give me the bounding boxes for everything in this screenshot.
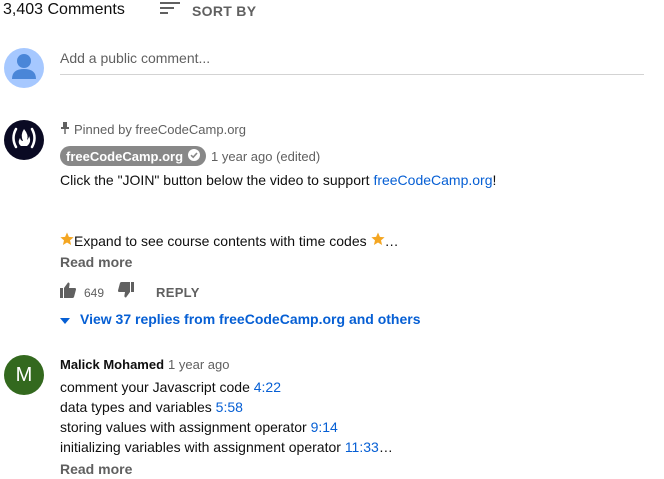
pin-icon [60, 122, 70, 137]
timestamp-link[interactable]: 4:22 [254, 379, 281, 395]
thumb-up-icon[interactable] [60, 282, 76, 303]
comment-line: data types and variables 5:58 [60, 399, 243, 415]
author-name: freeCodeCamp.org [66, 148, 184, 164]
comment-time[interactable]: 1 year ago [168, 357, 229, 372]
pinned-indicator: Pinned by freeCodeCamp.org [60, 122, 246, 137]
ellipsis: … [384, 232, 399, 249]
fcc-flame-icon [10, 126, 38, 155]
sort-by-label: SORT BY [192, 2, 257, 19]
comment-1-line-2: Expand to see course contents with time … [60, 232, 399, 249]
sort-icon [160, 0, 180, 21]
comment-text: Expand to see course contents with time … [74, 232, 367, 249]
read-more-button[interactable]: Read more [60, 461, 132, 477]
timestamp-link[interactable]: 9:14 [311, 419, 338, 435]
comment-text: storing values with assignment operator [60, 419, 311, 435]
comment-2-header: Malick Mohamed 1 year ago [60, 357, 229, 372]
view-replies-button[interactable]: View 37 replies from freeCodeCamp.org an… [60, 311, 421, 327]
author-name[interactable]: Malick Mohamed [60, 357, 164, 372]
avatar-letter: M [15, 363, 33, 386]
comment-count: 3,403 Comments [3, 1, 125, 18]
pinned-label: Pinned by freeCodeCamp.org [74, 122, 246, 137]
caret-down-icon [60, 311, 70, 327]
reply-button[interactable]: REPLY [156, 285, 200, 300]
comment-link[interactable]: freeCodeCamp.org [373, 172, 492, 188]
author-chip[interactable]: freeCodeCamp.org [60, 146, 207, 166]
comment-text: comment your Javascript code [60, 379, 254, 395]
timestamp-link[interactable]: 11:33 [345, 439, 379, 455]
star-icon [60, 232, 74, 249]
comment-1-line-1: Click the "JOIN" button below the video … [60, 172, 496, 188]
comment-text: Click the "JOIN" button below the video … [60, 172, 374, 188]
comment-1-header: freeCodeCamp.org 1 year ago (edited) [60, 146, 320, 166]
comment-line: comment your Javascript code 4:22 [60, 379, 281, 395]
ellipsis: … [378, 439, 393, 455]
current-user-avatar [4, 48, 44, 88]
verified-check-icon [188, 148, 201, 164]
view-replies-label: View 37 replies from freeCodeCamp.org an… [80, 311, 421, 327]
like-count: 649 [84, 285, 105, 300]
sort-by-button[interactable]: SORT BY [160, 0, 256, 21]
comment-time[interactable]: 1 year ago (edited) [211, 149, 320, 164]
comment-line: storing values with assignment operator … [60, 419, 338, 435]
comment-text: data types and variables [60, 399, 216, 415]
comment-text: initializing variables with assignment o… [60, 439, 345, 455]
comment-1-actions: 649 REPLY [60, 282, 200, 303]
star-icon [371, 232, 385, 249]
read-more-button[interactable]: Read more [60, 254, 132, 270]
timestamp-link[interactable]: 5:58 [216, 399, 243, 415]
comment-line: initializing variables with assignment o… [60, 439, 393, 455]
malick-avatar[interactable]: M [4, 355, 44, 395]
thumb-down-icon[interactable] [118, 282, 135, 303]
person-icon [4, 48, 44, 88]
comment-text-suffix: ! [492, 172, 497, 188]
comment-input-wrapper [60, 50, 644, 75]
fcc-avatar[interactable] [4, 120, 44, 160]
comment-input[interactable] [60, 50, 644, 66]
